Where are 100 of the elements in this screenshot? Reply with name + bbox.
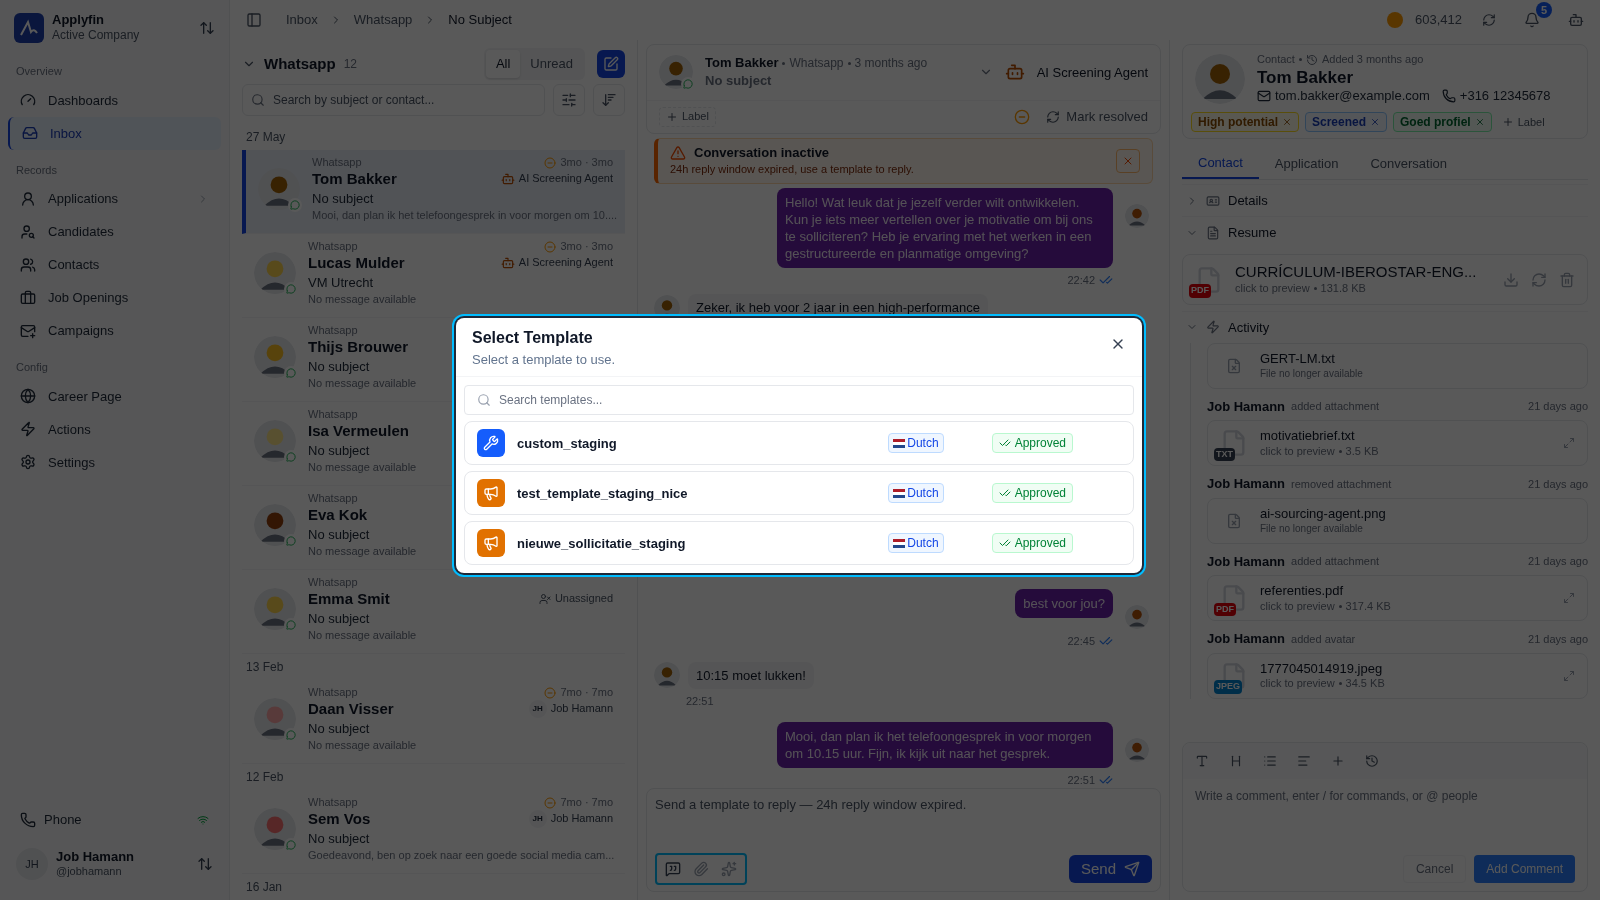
add-comment-button[interactable]: Add Comment	[1474, 855, 1575, 883]
remove-icon[interactable]	[1474, 117, 1485, 128]
close-button[interactable]	[1116, 148, 1140, 173]
incoming-message: 10:15 moet lukken!	[688, 661, 814, 689]
contact-name: Isa Vermeulen	[308, 421, 409, 441]
contact-phone[interactable]: +316 12345678	[1459, 88, 1551, 105]
bell-icon[interactable]	[1524, 12, 1540, 28]
refresh-icon[interactable]	[1482, 13, 1496, 27]
bot-icon[interactable]	[1568, 12, 1584, 28]
message-field[interactable]: Send a template to reply — 24h reply window expired.	[655, 795, 1152, 853]
search-field[interactable]: Search by subject or contact...	[242, 84, 545, 116]
nav-item[interactable]: Career Page	[48, 386, 209, 406]
send-button[interactable]: Send	[1068, 855, 1152, 883]
avatar	[254, 808, 296, 850]
compose-button[interactable]	[597, 50, 625, 78]
phone-label[interactable]: Phone	[44, 810, 189, 830]
text-icon[interactable]	[1195, 754, 1209, 768]
avatar	[1125, 203, 1149, 228]
delete-icon[interactable]	[1559, 271, 1575, 288]
chat-icon	[284, 450, 298, 464]
briefcase-icon	[20, 289, 36, 306]
history-icon[interactable]	[1365, 754, 1379, 768]
tab[interactable]: Application	[1258, 147, 1355, 180]
agent-icon	[1004, 62, 1025, 83]
contact-name: Tom Bakker	[705, 55, 779, 72]
sort-button[interactable]	[593, 84, 625, 116]
tab[interactable]: Contact	[1182, 147, 1259, 180]
unassigned-icon	[538, 593, 551, 606]
status-icon[interactable]	[1014, 108, 1031, 125]
heading-icon[interactable]	[1229, 754, 1243, 768]
list-icon[interactable]	[1263, 754, 1277, 768]
template-item[interactable]: nieuwe_sollicitatie_staging Dutch Approved	[464, 521, 1134, 566]
credit-balance: 603,412	[1415, 11, 1462, 30]
expand-icon[interactable]	[1563, 437, 1575, 450]
plus-icon[interactable]	[1331, 754, 1345, 768]
switch-icon[interactable]	[199, 19, 215, 36]
template-icon[interactable]	[665, 861, 681, 877]
logo-icon	[14, 12, 44, 43]
section-header[interactable]: Resume	[1228, 223, 1277, 243]
breadcrumb-item: No Subject	[448, 11, 512, 30]
tab[interactable]: Conversation	[1354, 147, 1464, 180]
avatar	[254, 252, 296, 294]
actor-name: Job Hamann	[1207, 552, 1285, 571]
send-icon	[1124, 861, 1140, 877]
template-item[interactable]: custom_staging Dutch Approved	[464, 421, 1134, 466]
search-icon	[477, 393, 491, 408]
chat-icon	[681, 77, 695, 92]
add-label-button[interactable]: Label	[659, 106, 716, 127]
attach-icon[interactable]	[693, 861, 709, 877]
notification-count: 5	[1536, 2, 1552, 18]
avatar	[254, 698, 296, 740]
template-item[interactable]: test_template_staging_nice Dutch Approved	[464, 471, 1134, 516]
align-icon[interactable]	[1297, 754, 1311, 768]
tag[interactable]: Goed profiel	[1393, 112, 1492, 133]
expand-icon[interactable]	[1563, 669, 1575, 682]
contact-email[interactable]: tom.bakker@example.com	[1275, 88, 1430, 105]
plus-icon	[1501, 116, 1514, 129]
filter-tab[interactable]: Unread	[520, 50, 583, 78]
nav-item[interactable]: Settings	[48, 452, 209, 472]
tag[interactable]: Screened	[1305, 112, 1388, 133]
message-composer[interactable]: Send a template to reply — 24h reply window expired. Send	[646, 788, 1161, 892]
breadcrumb-item[interactable]: Inbox	[286, 10, 318, 30]
add-label-button[interactable]: Label	[1497, 114, 1549, 131]
breadcrumb-item[interactable]: Whatsapp	[353, 10, 413, 30]
filter-tab[interactable]: All	[485, 50, 521, 78]
nav-item[interactable]: Candidates	[48, 222, 209, 242]
nav-item[interactable]: Campaigns	[48, 321, 209, 341]
mark-resolved-button[interactable]: Mark resolved	[1046, 106, 1148, 127]
search-field[interactable]: Search templates...	[464, 385, 1134, 416]
conversation-subject: No subject	[308, 358, 370, 375]
filter-button[interactable]	[553, 84, 585, 116]
switch-icon[interactable]	[197, 856, 213, 872]
nav-item[interactable]: Job Openings	[48, 288, 209, 308]
date-header: 27 May	[245, 129, 287, 146]
section-header[interactable]: Activity	[1228, 317, 1270, 337]
brand-name: Applyfin	[52, 12, 105, 29]
contact-name: Sem Vos	[308, 809, 371, 829]
sparkle-icon[interactable]	[721, 861, 737, 877]
download-icon[interactable]	[1503, 271, 1519, 288]
assignee-initials: JH	[528, 810, 547, 829]
nav-item[interactable]: Contacts	[48, 255, 209, 275]
replace-icon[interactable]	[1531, 271, 1547, 288]
search-input[interactable]: Search by subject or contact...	[273, 91, 536, 109]
assignee-name[interactable]: AI Screening Agent	[1036, 62, 1148, 82]
expand-icon[interactable]	[1563, 592, 1575, 605]
sidebar-toggle-icon[interactable]	[246, 12, 262, 28]
assignee-name: AI Screening Agent	[518, 172, 613, 186]
chat-icon	[284, 366, 298, 380]
nav-item[interactable]: Actions	[48, 419, 209, 439]
contact-name: Daan Visser	[308, 699, 394, 719]
remove-icon[interactable]	[1282, 117, 1292, 128]
lightning-icon	[1206, 320, 1220, 335]
tag[interactable]: High potential	[1191, 112, 1299, 133]
remove-icon[interactable]	[1370, 117, 1381, 128]
file-name: 1777045014919.jpeg	[1260, 660, 1384, 677]
section-header[interactable]: Details	[1228, 191, 1268, 211]
people-icon	[20, 256, 36, 273]
nav-item[interactable]: Dashboards	[48, 90, 209, 110]
nav-item[interactable]: Applications	[48, 189, 185, 209]
mail-icon	[20, 322, 36, 339]
